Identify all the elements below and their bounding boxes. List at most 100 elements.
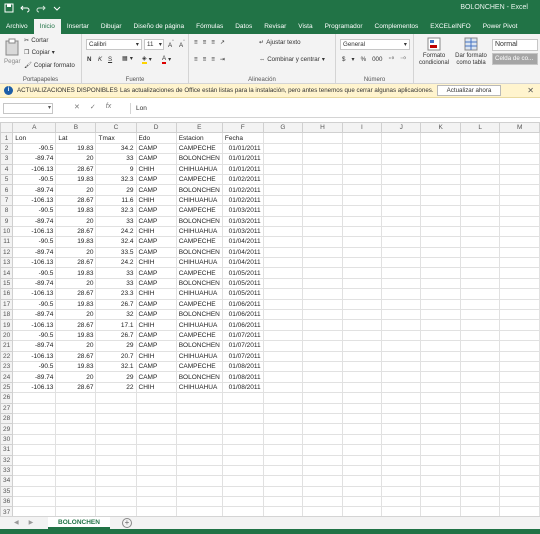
cell[interactable]: CAMP [135, 236, 177, 248]
cell[interactable] [381, 475, 422, 487]
cell[interactable] [302, 506, 343, 516]
bold-button[interactable]: N [87, 56, 91, 63]
underline-button[interactable]: S [108, 56, 112, 63]
cell[interactable]: Estacion [175, 132, 223, 144]
cell[interactable] [175, 402, 223, 414]
cell[interactable] [459, 184, 501, 196]
cell[interactable]: 19.83 [55, 329, 97, 342]
column-header-i[interactable]: I [341, 122, 383, 134]
cell[interactable]: CHIHUAHUA [175, 225, 223, 238]
cell[interactable] [341, 298, 383, 311]
cell[interactable] [95, 475, 137, 487]
cell[interactable]: 11.6 [95, 194, 137, 207]
cell[interactable] [381, 454, 422, 466]
column-header-c[interactable]: C [95, 122, 137, 134]
cell[interactable] [175, 464, 223, 477]
cell[interactable]: 20 [55, 184, 97, 196]
cell[interactable] [341, 267, 383, 279]
cell[interactable] [420, 215, 461, 227]
row-header[interactable]: 13 [0, 257, 14, 269]
row-header[interactable]: 37 [0, 506, 14, 516]
cell[interactable] [499, 464, 540, 477]
cell[interactable] [95, 392, 137, 404]
column-header-f[interactable]: F [221, 122, 264, 134]
cell[interactable] [341, 485, 383, 498]
cell[interactable] [341, 340, 383, 352]
fill-color-button[interactable]: ◈ ▾ [142, 55, 152, 64]
cell[interactable]: 19.83 [55, 236, 97, 248]
cell[interactable]: 24.2 [95, 257, 137, 269]
cell[interactable] [95, 444, 137, 456]
cell[interactable] [302, 319, 343, 331]
cell[interactable]: -89.74 [12, 277, 57, 290]
cell[interactable] [341, 277, 383, 290]
cell[interactable] [499, 329, 540, 342]
currency-button[interactable]: $ [342, 56, 345, 63]
cell[interactable] [381, 267, 422, 279]
cell[interactable] [341, 475, 383, 487]
comma-style-icon[interactable]: 000 [372, 56, 382, 63]
cell[interactable]: CHIH [135, 319, 177, 331]
cell[interactable]: CAMP [135, 267, 177, 279]
cell[interactable] [221, 475, 264, 487]
cell[interactable] [262, 319, 304, 331]
cell[interactable] [221, 412, 264, 425]
cell[interactable] [381, 163, 422, 175]
cell[interactable] [341, 236, 383, 248]
row-header[interactable]: 6 [0, 184, 14, 196]
cell[interactable] [12, 475, 57, 487]
cell[interactable]: CAMPECHE [175, 298, 223, 311]
select-all-corner[interactable] [0, 122, 14, 134]
cell[interactable]: 32.3 [95, 205, 137, 217]
cell[interactable]: CAMP [135, 360, 177, 373]
cell[interactable] [302, 329, 343, 342]
cell[interactable] [341, 381, 383, 394]
cell[interactable] [499, 454, 540, 466]
cell[interactable] [95, 412, 137, 425]
cell[interactable]: CAMPECHE [175, 173, 223, 186]
cell[interactable] [499, 381, 540, 394]
cell[interactable] [262, 298, 304, 311]
cell[interactable]: 28.67 [55, 350, 97, 363]
tab-datos[interactable]: Datos [229, 19, 258, 34]
cell[interactable]: -106.13 [12, 350, 57, 363]
cell[interactable]: CAMPECHE [175, 205, 223, 217]
cell[interactable] [341, 402, 383, 414]
cell[interactable]: 20 [55, 246, 97, 259]
row-header[interactable]: 17 [0, 298, 14, 311]
cell[interactable] [55, 412, 97, 425]
cell[interactable] [341, 496, 383, 508]
cell[interactable] [381, 257, 422, 269]
decrease-decimal-icon[interactable]: ⁻⁰ [400, 56, 406, 63]
row-header[interactable]: 23 [0, 360, 14, 373]
cell[interactable] [12, 506, 57, 516]
cell[interactable] [499, 277, 540, 290]
cell[interactable] [420, 288, 461, 300]
cell[interactable] [420, 350, 461, 363]
cell[interactable] [302, 225, 343, 238]
font-name-select[interactable]: Calibri ▾ [86, 39, 142, 50]
cell[interactable] [459, 173, 501, 186]
wrap-text-button[interactable]: ↵ Ajustar texto [259, 39, 301, 46]
cell[interactable] [420, 184, 461, 196]
cell[interactable] [381, 340, 422, 352]
italic-button[interactable]: K [98, 56, 102, 63]
cell[interactable] [459, 506, 501, 516]
cell[interactable]: -106.13 [12, 225, 57, 238]
cell[interactable]: 20 [55, 215, 97, 227]
cell[interactable]: 33 [95, 277, 137, 290]
cell[interactable] [135, 402, 177, 414]
cell[interactable] [459, 381, 501, 394]
cell[interactable] [175, 506, 223, 516]
cell[interactable] [420, 371, 461, 383]
cell[interactable] [302, 288, 343, 300]
cell[interactable]: 01/02/2011 [221, 173, 264, 186]
cell[interactable] [381, 225, 422, 238]
cell[interactable]: CHIH [135, 288, 177, 300]
cell[interactable] [420, 246, 461, 259]
cell[interactable] [459, 329, 501, 342]
cell[interactable] [381, 132, 422, 144]
cell[interactable] [341, 392, 383, 404]
cell[interactable]: CHIH [135, 163, 177, 175]
cell[interactable] [262, 236, 304, 248]
